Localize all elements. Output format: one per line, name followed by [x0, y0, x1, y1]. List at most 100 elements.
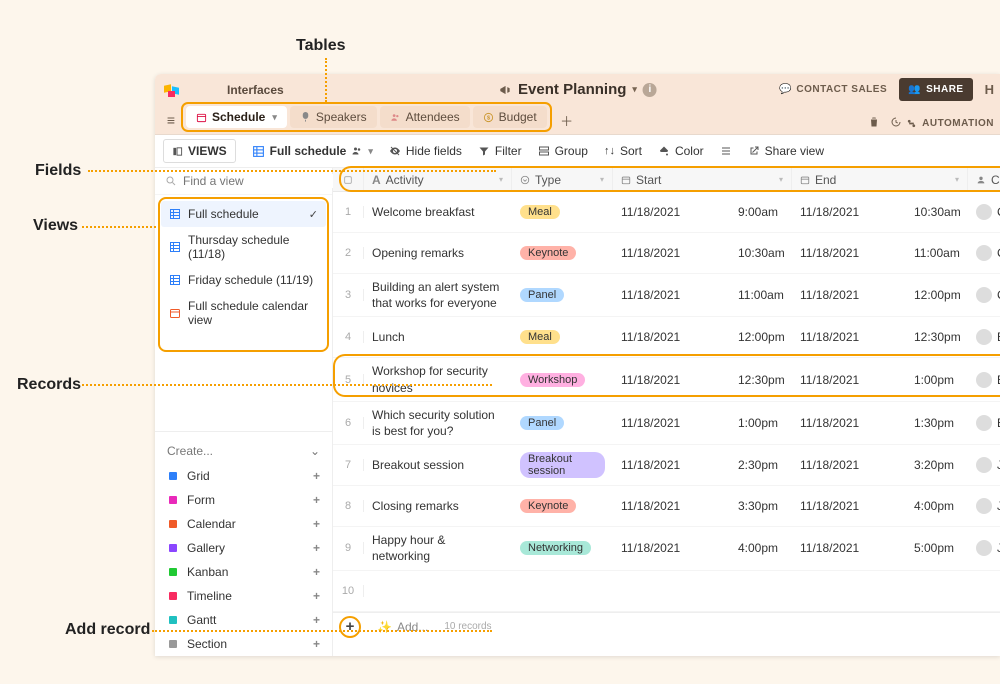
add-table-button[interactable]: ＋: [558, 111, 576, 129]
create-toggle[interactable]: Create... ⌄: [155, 438, 332, 464]
cell-end-time[interactable]: 11:00am: [906, 241, 968, 265]
create-timeline[interactable]: Timeline+: [155, 584, 332, 608]
cell-start-date[interactable]: 11/18/2021: [613, 453, 730, 477]
cell-end-date[interactable]: 11/18/2021: [792, 325, 906, 349]
cell-start-time[interactable]: [730, 586, 792, 596]
cell-start-time[interactable]: 12:00pm: [730, 325, 792, 349]
filter-button[interactable]: Filter: [478, 144, 522, 158]
add-record-button[interactable]: +: [339, 616, 361, 638]
cell-start-time[interactable]: 9:00am: [730, 200, 792, 224]
cell-coordinator[interactable]: Bailey Mirza: [968, 367, 1000, 393]
cell-end-date[interactable]: 11/18/2021: [792, 536, 906, 560]
logo-icon[interactable]: [163, 81, 181, 99]
create-kanban[interactable]: Kanban+: [155, 560, 332, 584]
cell-start-time[interactable]: 1:00pm: [730, 411, 792, 435]
cell-activity[interactable]: Breakout session: [364, 452, 512, 478]
cell-coordinator[interactable]: Jules Harris: [968, 493, 1000, 519]
table-row[interactable]: 7Breakout sessionBreakout session11/18/2…: [333, 445, 1000, 486]
table-row[interactable]: 5Workshop for security novicesWorkshop11…: [333, 358, 1000, 401]
create-grid[interactable]: Grid+: [155, 464, 332, 488]
table-row[interactable]: 10: [333, 571, 1000, 612]
cell-end-date[interactable]: 11/18/2021: [792, 411, 906, 435]
cell-type[interactable]: Panel: [512, 283, 613, 307]
cell-start-date[interactable]: 11/18/2021: [613, 368, 730, 392]
base-title[interactable]: Event Planning ▾ i: [498, 81, 657, 98]
create-form[interactable]: Form+: [155, 488, 332, 512]
tab-speakers[interactable]: Speakers: [290, 106, 377, 128]
cell-end-time[interactable]: 1:00pm: [906, 368, 968, 392]
table-row[interactable]: 2Opening remarksKeynote11/18/202110:30am…: [333, 233, 1000, 274]
cell-activity[interactable]: Welcome breakfast: [364, 199, 512, 225]
menu-icon[interactable]: ≡: [161, 112, 181, 134]
col-coordinator[interactable]: Coordinator: [968, 168, 1000, 191]
group-button[interactable]: Group: [538, 144, 588, 158]
cell-start-date[interactable]: 11/18/2021: [613, 494, 730, 518]
table-row[interactable]: 9Happy hour & networkingNetworking11/18/…: [333, 527, 1000, 570]
cell-type[interactable]: Networking: [512, 536, 613, 560]
cell-coordinator[interactable]: Bailey Mirza: [968, 324, 1000, 350]
contact-sales-link[interactable]: 💬CONTACT SALES: [779, 84, 887, 95]
col-type[interactable]: Type▾: [512, 168, 613, 191]
table-row[interactable]: 1Welcome breakfastMeal11/18/20219:00am11…: [333, 192, 1000, 233]
tab-budget[interactable]: $Budget: [473, 106, 547, 128]
find-view-input[interactable]: [183, 174, 338, 188]
cell-end-date[interactable]: 11/18/2021: [792, 283, 906, 307]
col-start[interactable]: Start▾: [613, 168, 792, 191]
cell-end-time[interactable]: 3:20pm: [906, 453, 968, 477]
cell-start-date[interactable]: 11/18/2021: [613, 283, 730, 307]
cell-end-time[interactable]: [906, 586, 968, 596]
cell-end-date[interactable]: [792, 586, 906, 596]
cell-start-date[interactable]: 11/18/2021: [613, 536, 730, 560]
cell-coordinator[interactable]: Jules Harris: [968, 535, 1000, 561]
cell-type[interactable]: Meal: [512, 325, 613, 349]
cell-type[interactable]: Panel: [512, 411, 613, 435]
cell-start-date[interactable]: 11/18/2021: [613, 411, 730, 435]
cell-coordinator[interactable]: Jules Harris: [968, 452, 1000, 478]
cell-start-date[interactable]: [613, 586, 730, 596]
cell-start-date[interactable]: 11/18/2021: [613, 200, 730, 224]
row-height-button[interactable]: [720, 145, 732, 157]
cell-coordinator[interactable]: Casey Park: [968, 199, 1000, 225]
cell-type[interactable]: [512, 586, 613, 596]
cell-start-time[interactable]: 11:00am: [730, 283, 792, 307]
cell-start-time[interactable]: 4:00pm: [730, 536, 792, 560]
view-item[interactable]: Thursday schedule (11/18): [161, 227, 326, 267]
share-view-button[interactable]: Share view: [748, 144, 824, 158]
share-button[interactable]: 👥SHARE: [899, 78, 972, 101]
create-gallery[interactable]: Gallery+: [155, 536, 332, 560]
cell-start-time[interactable]: 10:30am: [730, 241, 792, 265]
cell-activity[interactable]: Happy hour & networking: [364, 527, 512, 569]
cell-end-time[interactable]: 12:00pm: [906, 283, 968, 307]
cell-coordinator[interactable]: Casey Park: [968, 282, 1000, 308]
cell-type[interactable]: Meal: [512, 200, 613, 224]
cell-end-time[interactable]: 10:30am: [906, 200, 968, 224]
cell-coordinator[interactable]: [968, 586, 1000, 596]
col-end[interactable]: End▾: [792, 168, 968, 191]
view-item[interactable]: Friday schedule (11/19): [161, 267, 326, 293]
info-icon[interactable]: i: [643, 83, 657, 97]
cell-end-date[interactable]: 11/18/2021: [792, 453, 906, 477]
cell-activity[interactable]: [364, 586, 512, 596]
hide-fields-button[interactable]: Hide fields: [389, 144, 462, 158]
cell-activity[interactable]: Closing remarks: [364, 493, 512, 519]
cell-end-date[interactable]: 11/18/2021: [792, 368, 906, 392]
tab-schedule[interactable]: Schedule▾: [186, 106, 287, 128]
table-row[interactable]: 4LunchMeal11/18/202112:00pm11/18/202112:…: [333, 317, 1000, 358]
interfaces-link[interactable]: Interfaces: [227, 83, 284, 97]
automations-button[interactable]: AUTOMATION: [906, 118, 994, 129]
cell-start-date[interactable]: 11/18/2021: [613, 241, 730, 265]
cell-activity[interactable]: Lunch: [364, 324, 512, 350]
cell-end-time[interactable]: 12:30pm: [906, 325, 968, 349]
cell-type[interactable]: Workshop: [512, 368, 613, 392]
cell-start-date[interactable]: 11/18/2021: [613, 325, 730, 349]
cell-end-date[interactable]: 11/18/2021: [792, 494, 906, 518]
create-calendar[interactable]: Calendar+: [155, 512, 332, 536]
table-row[interactable]: 8Closing remarksKeynote11/18/20213:30pm1…: [333, 486, 1000, 527]
cell-activity[interactable]: Workshop for security novices: [364, 358, 512, 400]
cell-type[interactable]: Keynote: [512, 241, 613, 265]
view-item[interactable]: Full schedule✓: [161, 201, 326, 227]
views-toggle[interactable]: VIEWS: [163, 139, 236, 163]
color-button[interactable]: Color: [658, 144, 704, 158]
cell-end-time[interactable]: 4:00pm: [906, 494, 968, 518]
trash-icon[interactable]: [868, 116, 880, 128]
